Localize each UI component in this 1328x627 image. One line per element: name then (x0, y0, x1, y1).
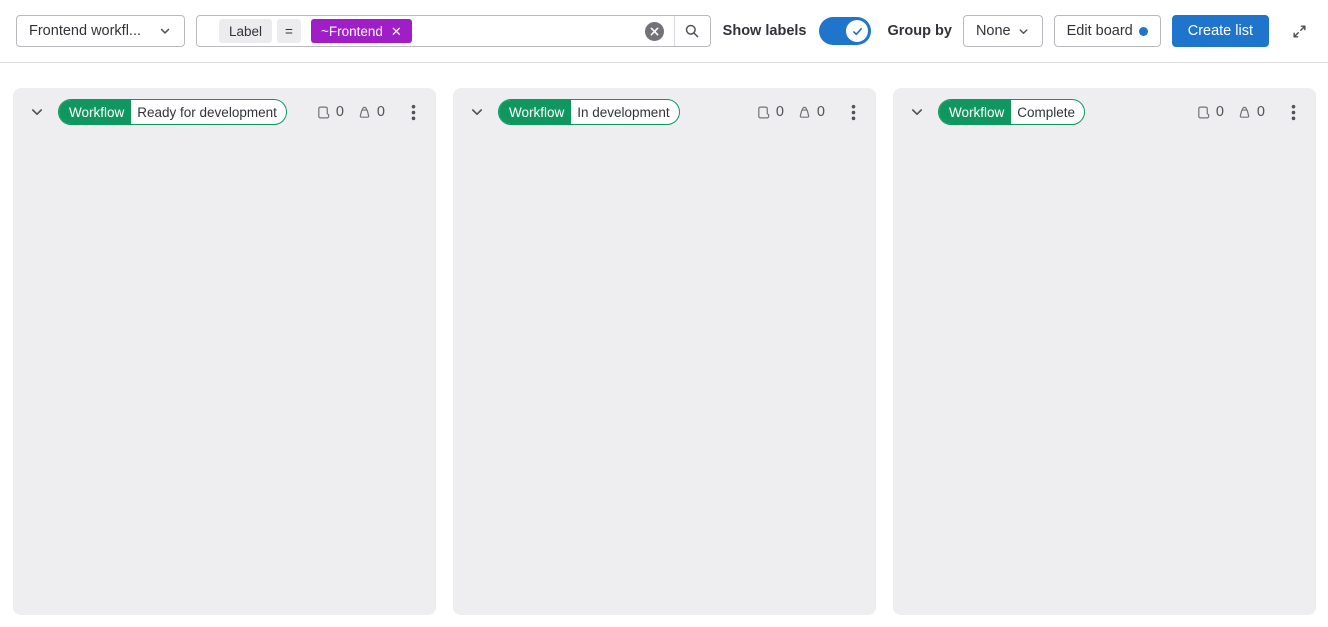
filter-token-key[interactable]: Label (219, 19, 272, 43)
board-list-complete: Workflow Complete 0 0 (893, 88, 1316, 615)
board-selector-dropdown[interactable]: Frontend workfl... (16, 15, 185, 47)
chevron-down-icon (158, 24, 172, 38)
weight-icon (357, 105, 372, 120)
list-label[interactable]: Workflow In development (498, 99, 680, 125)
kebab-menu-icon (1291, 104, 1296, 121)
search-button[interactable] (674, 16, 710, 46)
fullscreen-button[interactable] (1287, 19, 1312, 44)
filter-token-value[interactable]: ~Frontend ✕ (311, 19, 412, 43)
notification-dot (1139, 27, 1148, 36)
list-settings-button[interactable] (845, 100, 862, 125)
issue-count: 0 (336, 104, 344, 120)
chevron-down-icon (469, 104, 485, 120)
list-label[interactable]: Workflow Complete (938, 99, 1085, 125)
edit-board-label: Edit board (1067, 23, 1133, 39)
check-icon (846, 20, 868, 42)
group-by-dropdown[interactable]: None (963, 15, 1043, 47)
list-counters: 0 0 (1196, 104, 1265, 120)
list-counters: 0 0 (756, 104, 825, 120)
clear-search-button[interactable] (636, 16, 674, 46)
list-header: Workflow In development 0 0 (453, 88, 876, 135)
weight-count: 0 (817, 104, 825, 120)
issues-icon (756, 105, 771, 120)
list-counters: 0 0 (316, 104, 385, 120)
label-value: In development (571, 100, 678, 124)
edit-board-button[interactable]: Edit board (1054, 15, 1161, 47)
clear-circle-icon (645, 22, 664, 41)
show-labels-label: Show labels (723, 23, 807, 39)
label-scope: Workflow (499, 100, 571, 124)
chevron-down-icon (29, 104, 45, 120)
kebab-menu-icon (851, 104, 856, 121)
weight-count-group: 0 (357, 104, 385, 120)
filter-token-list[interactable]: Label = ~Frontend ✕ (197, 19, 636, 43)
issue-count: 0 (776, 104, 784, 120)
issues-icon (316, 105, 331, 120)
kebab-menu-icon (411, 104, 416, 121)
list-label[interactable]: Workflow Ready for development (58, 99, 287, 125)
filter-token-value-label: ~Frontend (321, 24, 383, 39)
collapse-list-button[interactable] (25, 100, 49, 124)
chevron-down-icon (909, 104, 925, 120)
list-settings-button[interactable] (405, 100, 422, 125)
label-scope: Workflow (939, 100, 1011, 124)
weight-icon (797, 105, 812, 120)
list-header: Workflow Ready for development 0 0 (13, 88, 436, 135)
weight-count: 0 (1257, 104, 1265, 120)
show-labels-toggle[interactable] (819, 17, 871, 45)
board-selector-value: Frontend workfl... (29, 23, 141, 39)
search-icon (684, 23, 700, 39)
label-value: Ready for development (131, 100, 286, 124)
weight-count-group: 0 (797, 104, 825, 120)
weight-icon (1237, 105, 1252, 120)
collapse-list-button[interactable] (905, 100, 929, 124)
weight-count: 0 (377, 104, 385, 120)
issue-count-group: 0 (316, 104, 344, 120)
board-list-ready-for-development: Workflow Ready for development 0 0 (13, 88, 436, 615)
issue-count: 0 (1216, 104, 1224, 120)
issue-count-group: 0 (756, 104, 784, 120)
create-list-label: Create list (1188, 23, 1253, 39)
list-cards-area[interactable] (893, 135, 1316, 615)
collapse-list-button[interactable] (465, 100, 489, 124)
group-by-value: None (976, 23, 1011, 39)
issues-icon (1196, 105, 1211, 120)
create-list-button[interactable]: Create list (1172, 15, 1269, 47)
filtered-search-bar[interactable]: Label = ~Frontend ✕ (196, 15, 711, 47)
issue-board: Workflow Ready for development 0 0 (0, 63, 1328, 615)
list-cards-area[interactable] (453, 135, 876, 615)
label-scope: Workflow (59, 100, 131, 124)
issue-count-group: 0 (1196, 104, 1224, 120)
chevron-down-icon (1017, 25, 1030, 38)
board-list-in-development: Workflow In development 0 0 (453, 88, 876, 615)
maximize-icon (1291, 23, 1308, 40)
weight-count-group: 0 (1237, 104, 1265, 120)
group-by-label: Group by (887, 23, 951, 39)
filter-token-operator[interactable]: = (277, 19, 301, 43)
list-header: Workflow Complete 0 0 (893, 88, 1316, 135)
list-settings-button[interactable] (1285, 100, 1302, 125)
remove-token-icon[interactable]: ✕ (391, 25, 402, 38)
board-toolbar: Frontend workfl... Label = ~Frontend ✕ S… (0, 0, 1328, 63)
label-value: Complete (1011, 100, 1084, 124)
list-cards-area[interactable] (13, 135, 436, 615)
